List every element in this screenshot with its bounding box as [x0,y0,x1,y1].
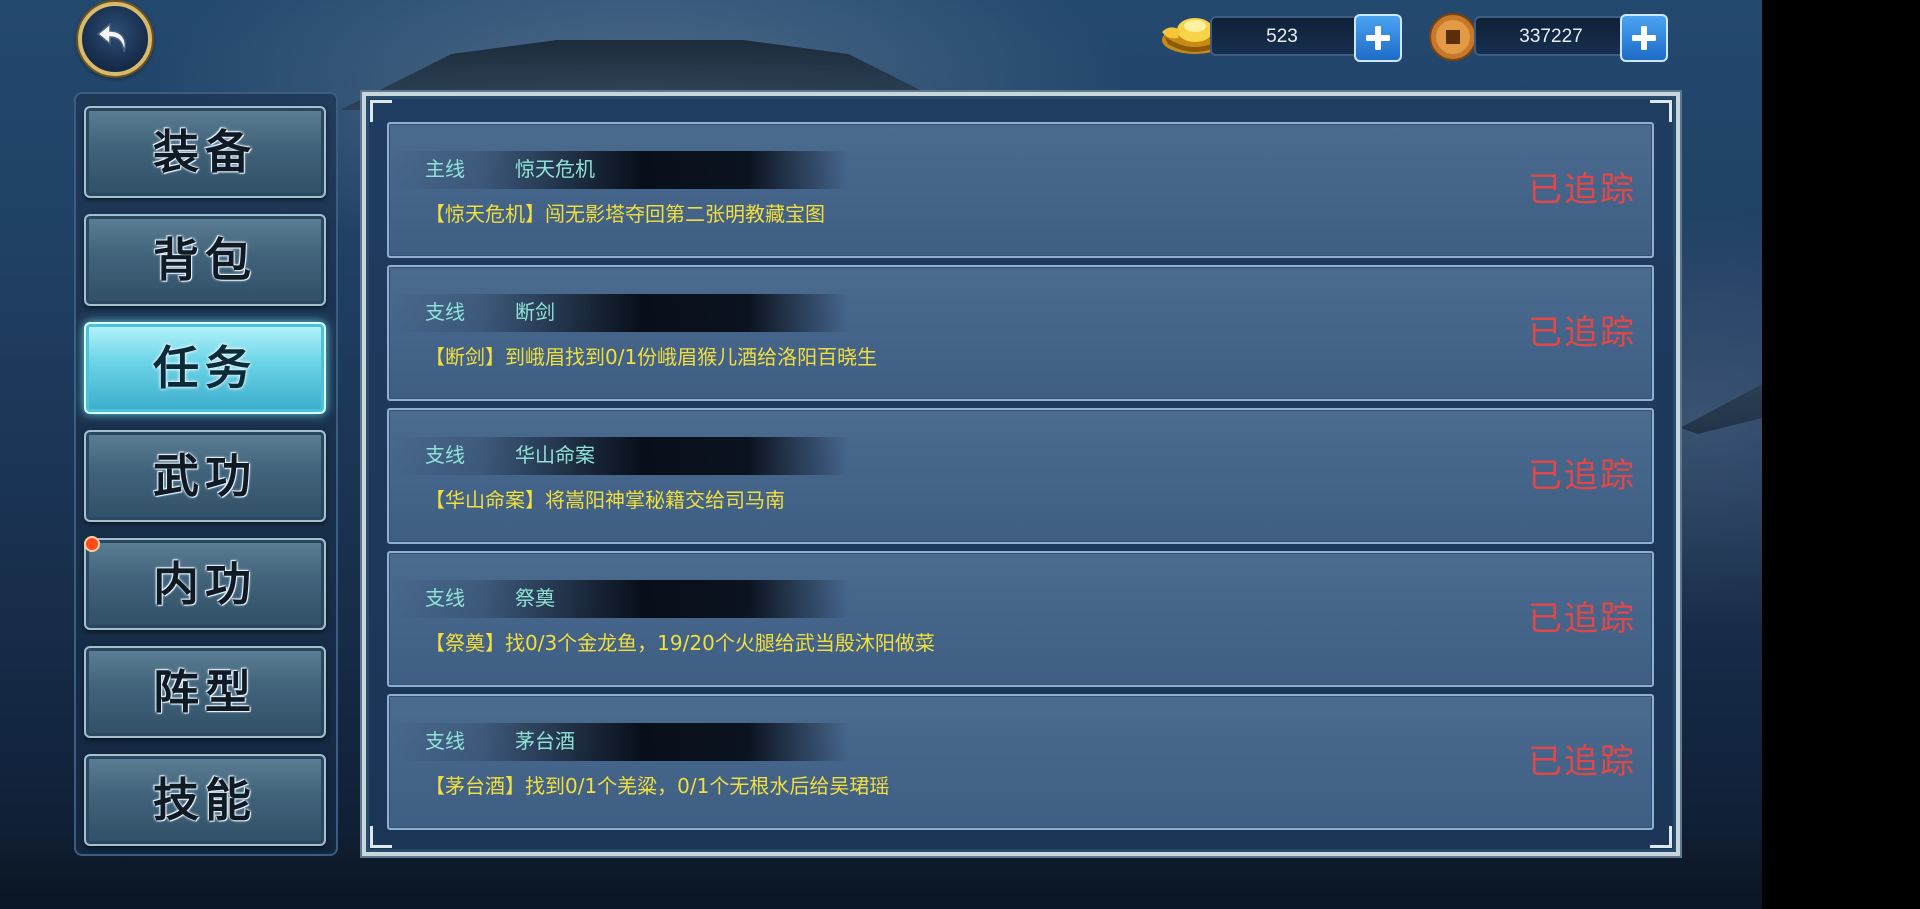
quest-item[interactable]: 主线 惊天危机 【惊天危机】闯无影塔夺回第二张明教藏宝图 已追踪 [387,122,1654,258]
quest-description: 【断剑】到峨眉找到0/1份峨眉猴儿酒给洛阳百晓生 [425,345,878,369]
quest-description: 【祭奠】找0/3个金龙鱼，19/20个火腿给武当殷沐阳做菜 [425,631,935,655]
quest-description: 【茅台酒】找到0/1个羌粱，0/1个无根水后给吴珺瑶 [425,774,890,798]
quest-name: 惊天危机 [515,157,595,181]
tab-formation[interactable]: 阵型 [84,646,326,738]
quest-type: 支线 [425,729,465,753]
quest-item[interactable]: 支线 祭奠 【祭奠】找0/3个金龙鱼，19/20个火腿给武当殷沐阳做菜 已追踪 [387,551,1654,687]
tab-inner-power[interactable]: 内功 [84,538,326,630]
tab-quests[interactable]: 任务 [84,322,326,414]
coin-amount: 337227 [1519,26,1583,47]
right-roof-silhouette [1680,380,1762,434]
tab-skills[interactable]: 技能 [84,754,326,846]
back-arrow-icon [96,22,126,53]
tab-label: 装备 [153,125,257,179]
frame-corner [1650,826,1672,848]
tab-label: 内功 [153,557,257,611]
frame-corner [370,100,392,122]
add-ingot-button[interactable] [1354,14,1402,62]
quest-name: 茅台酒 [515,729,575,753]
frame-corner [1650,100,1672,122]
ingot-amount: 523 [1266,26,1298,47]
add-coin-button[interactable] [1620,14,1668,62]
quest-tracked-status[interactable]: 已追踪 [1528,308,1636,358]
tab-equipment[interactable]: 装备 [84,106,326,198]
tab-label: 技能 [153,773,257,827]
tab-backpack[interactable]: 背包 [84,214,326,306]
quest-item[interactable]: 支线 华山命案 【华山命案】将嵩阳神掌秘籍交给司马南 已追踪 [387,408,1654,544]
quest-type: 支线 [425,300,465,324]
quest-tracked-status[interactable]: 已追踪 [1528,594,1636,644]
plus-icon [1632,26,1656,50]
quest-description: 【惊天危机】闯无影塔夺回第二张明教藏宝图 [425,202,825,226]
quest-type: 支线 [425,443,465,467]
coin-amount-box: 337227 [1474,16,1628,56]
screen-edge-bar [1762,0,1920,909]
tab-label: 阵型 [153,665,257,719]
plus-icon [1366,26,1390,50]
quest-name: 华山命案 [515,443,595,467]
ingot-amount-box: 523 [1210,16,1360,56]
tab-martial-arts[interactable]: 武功 [84,430,326,522]
tab-label: 背包 [153,233,257,287]
quest-tracked-status[interactable]: 已追踪 [1528,737,1636,787]
tab-label: 任务 [153,341,257,395]
quest-type: 主线 [425,157,465,181]
back-button[interactable] [78,2,152,76]
tab-label: 武功 [153,449,257,503]
quest-type: 支线 [425,586,465,610]
quest-item[interactable]: 支线 茅台酒 【茅台酒】找到0/1个羌粱，0/1个无根水后给吴珺瑶 已追踪 [387,694,1654,830]
quest-description: 【华山命案】将嵩阳神掌秘籍交给司马南 [425,488,785,512]
quest-name: 断剑 [515,300,555,324]
quest-tracked-status[interactable]: 已追踪 [1528,165,1636,215]
quest-item[interactable]: 支线 断剑 【断剑】到峨眉找到0/1份峨眉猴儿酒给洛阳百晓生 已追踪 [387,265,1654,401]
notification-dot [84,536,100,552]
quest-name: 祭奠 [515,586,555,610]
copper-coin-icon [1429,13,1477,61]
quest-tracked-status[interactable]: 已追踪 [1528,451,1636,501]
